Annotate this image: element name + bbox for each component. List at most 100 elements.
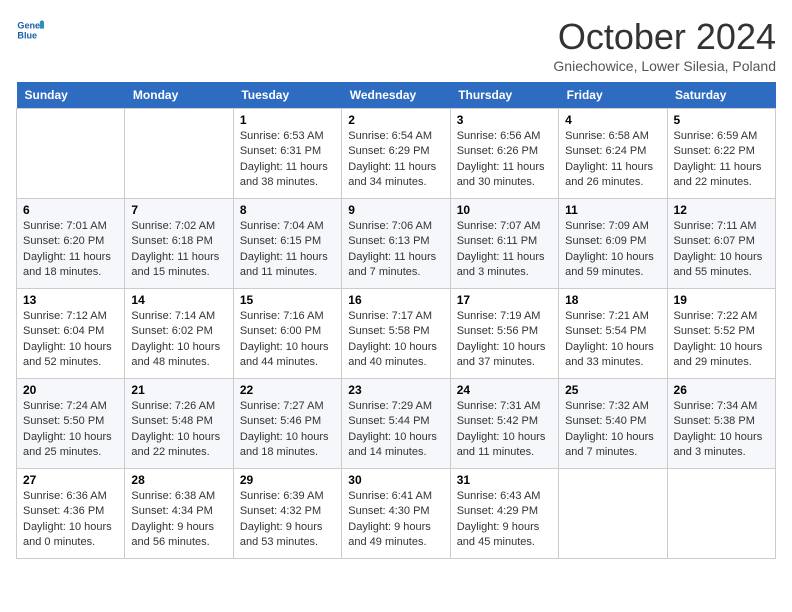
week-row-4: 20 Sunrise: 7:24 AMSunset: 5:50 PMDayligh… xyxy=(17,379,776,469)
day-number: 29 xyxy=(240,473,335,487)
day-info: Sunrise: 7:19 AMSunset: 5:56 PMDaylight:… xyxy=(457,309,552,371)
calendar-cell: 7Sunrise: 7:02 AMSunset: 6:18 PMDaylight… xyxy=(125,199,233,289)
day-info: Sunrise: 7:12 AMSunset: 6:04 PMDaylight:… xyxy=(23,309,118,371)
day-number: 31 xyxy=(457,473,552,487)
day-number: 10 xyxy=(457,203,552,217)
day-number: 25 xyxy=(565,383,660,397)
svg-text:Blue: Blue xyxy=(17,30,37,40)
day-header-sunday: Sunday xyxy=(17,82,125,109)
calendar-cell: 24 Sunrise: 7:31 AMSunset: 5:42 PMDayligh… xyxy=(450,379,558,469)
day-number: 30 xyxy=(348,473,443,487)
calendar-cell: 15 Sunrise: 7:16 AMSunset: 6:00 PMDayligh… xyxy=(233,289,341,379)
calendar-cell: 21Sunrise: 7:26 AMSunset: 5:48 PMDayligh… xyxy=(125,379,233,469)
calendar-cell: 31 Sunrise: 6:43 AMSunset: 4:29 PMDayligh… xyxy=(450,469,558,559)
calendar-cell: 28 Sunrise: 6:38 AMSunset: 4:34 PMDayligh… xyxy=(125,469,233,559)
day-info: Sunrise: 7:21 AMSunset: 5:54 PMDaylight:… xyxy=(565,309,660,371)
day-info: Sunrise: 6:41 AMSunset: 4:30 PMDaylight:… xyxy=(348,489,443,551)
calendar-cell xyxy=(667,469,775,559)
calendar-cell: 13 Sunrise: 7:12 AMSunset: 6:04 PMDayligh… xyxy=(17,289,125,379)
calendar-cell: 8 Sunrise: 7:04 AMSunset: 6:15 PMDaylight… xyxy=(233,199,341,289)
calendar-cell: 16 Sunrise: 7:17 AMSunset: 5:58 PMDayligh… xyxy=(342,289,450,379)
day-info: Sunrise: 7:29 AMSunset: 5:44 PMDaylight:… xyxy=(348,399,443,461)
day-info: Sunrise: 7:31 AMSunset: 5:42 PMDaylight:… xyxy=(457,399,552,461)
day-info: Sunrise: 6:54 AMSunset: 6:29 PMDaylight:… xyxy=(348,129,443,191)
day-number: 6 xyxy=(23,203,118,217)
calendar-table: SundayMondayTuesdayWednesdayThursdayFrid… xyxy=(16,82,776,559)
day-number: 22 xyxy=(240,383,335,397)
day-number: 27 xyxy=(23,473,118,487)
calendar-cell: 11 Sunrise: 7:09 AMSunset: 6:09 PMDayligh… xyxy=(559,199,667,289)
day-info: Sunrise: 7:01 AMSunset: 6:20 PMDaylight:… xyxy=(23,219,118,281)
day-header-tuesday: Tuesday xyxy=(233,82,341,109)
day-header-thursday: Thursday xyxy=(450,82,558,109)
day-info: Sunrise: 7:16 AMSunset: 6:00 PMDaylight:… xyxy=(240,309,335,371)
day-info: Sunrise: 7:04 AMSunset: 6:15 PMDaylight:… xyxy=(240,219,335,281)
day-header-wednesday: Wednesday xyxy=(342,82,450,109)
calendar-cell: 3 Sunrise: 6:56 AMSunset: 6:26 PMDaylight… xyxy=(450,109,558,199)
day-number: 8 xyxy=(240,203,335,217)
calendar-cell xyxy=(125,109,233,199)
day-number: 14 xyxy=(131,293,226,307)
calendar-cell: 9Sunrise: 7:06 AMSunset: 6:13 PMDaylight… xyxy=(342,199,450,289)
day-header-friday: Friday xyxy=(559,82,667,109)
day-info: Sunrise: 7:32 AMSunset: 5:40 PMDaylight:… xyxy=(565,399,660,461)
day-info: Sunrise: 6:56 AMSunset: 6:26 PMDaylight:… xyxy=(457,129,552,191)
week-row-3: 13 Sunrise: 7:12 AMSunset: 6:04 PMDayligh… xyxy=(17,289,776,379)
day-info: Sunrise: 7:22 AMSunset: 5:52 PMDaylight:… xyxy=(674,309,769,371)
day-number: 4 xyxy=(565,113,660,127)
calendar-cell: 27 Sunrise: 6:36 AMSunset: 4:36 PMDayligh… xyxy=(17,469,125,559)
day-number: 15 xyxy=(240,293,335,307)
day-number: 16 xyxy=(348,293,443,307)
header-row: SundayMondayTuesdayWednesdayThursdayFrid… xyxy=(17,82,776,109)
day-info: Sunrise: 6:36 AMSunset: 4:36 PMDaylight:… xyxy=(23,489,118,551)
day-info: Sunrise: 6:53 AMSunset: 6:31 PMDaylight:… xyxy=(240,129,335,191)
day-number: 2 xyxy=(348,113,443,127)
calendar-cell: 6 Sunrise: 7:01 AMSunset: 6:20 PMDaylight… xyxy=(17,199,125,289)
day-info: Sunrise: 7:17 AMSunset: 5:58 PMDaylight:… xyxy=(348,309,443,371)
day-number: 12 xyxy=(674,203,769,217)
day-number: 13 xyxy=(23,293,118,307)
calendar-cell: 22 Sunrise: 7:27 AMSunset: 5:46 PMDayligh… xyxy=(233,379,341,469)
day-number: 26 xyxy=(674,383,769,397)
logo-icon: General Blue xyxy=(16,16,44,44)
calendar-cell: 23Sunrise: 7:29 AMSunset: 5:44 PMDayligh… xyxy=(342,379,450,469)
day-info: Sunrise: 7:26 AMSunset: 5:48 PMDaylight:… xyxy=(131,399,226,461)
calendar-cell: 5 Sunrise: 6:59 AMSunset: 6:22 PMDaylight… xyxy=(667,109,775,199)
calendar-cell xyxy=(559,469,667,559)
calendar-cell: 4Sunrise: 6:58 AMSunset: 6:24 PMDaylight… xyxy=(559,109,667,199)
day-header-monday: Monday xyxy=(125,82,233,109)
page-header: General Blue October 2024 Gniechowice, L… xyxy=(16,16,776,74)
day-info: Sunrise: 6:59 AMSunset: 6:22 PMDaylight:… xyxy=(674,129,769,191)
week-row-1: 1 Sunrise: 6:53 AMSunset: 6:31 PMDaylight… xyxy=(17,109,776,199)
calendar-cell: 20 Sunrise: 7:24 AMSunset: 5:50 PMDayligh… xyxy=(17,379,125,469)
calendar-cell: 1 Sunrise: 6:53 AMSunset: 6:31 PMDaylight… xyxy=(233,109,341,199)
day-info: Sunrise: 7:11 AMSunset: 6:07 PMDaylight:… xyxy=(674,219,769,281)
day-number: 20 xyxy=(23,383,118,397)
day-number: 17 xyxy=(457,293,552,307)
day-info: Sunrise: 7:24 AMSunset: 5:50 PMDaylight:… xyxy=(23,399,118,461)
calendar-cell xyxy=(17,109,125,199)
day-number: 5 xyxy=(674,113,769,127)
calendar-cell: 18 Sunrise: 7:21 AMSunset: 5:54 PMDayligh… xyxy=(559,289,667,379)
day-info: Sunrise: 7:34 AMSunset: 5:38 PMDaylight:… xyxy=(674,399,769,461)
day-info: Sunrise: 7:14 AMSunset: 6:02 PMDaylight:… xyxy=(131,309,226,371)
day-info: Sunrise: 6:38 AMSunset: 4:34 PMDaylight:… xyxy=(131,489,226,551)
calendar-cell: 10Sunrise: 7:07 AMSunset: 6:11 PMDayligh… xyxy=(450,199,558,289)
day-number: 3 xyxy=(457,113,552,127)
day-info: Sunrise: 7:06 AMSunset: 6:13 PMDaylight:… xyxy=(348,219,443,281)
calendar-cell: 14 Sunrise: 7:14 AMSunset: 6:02 PMDayligh… xyxy=(125,289,233,379)
calendar-cell: 12 Sunrise: 7:11 AMSunset: 6:07 PMDayligh… xyxy=(667,199,775,289)
calendar-cell: 19Sunrise: 7:22 AMSunset: 5:52 PMDayligh… xyxy=(667,289,775,379)
calendar-cell: 26 Sunrise: 7:34 AMSunset: 5:38 PMDayligh… xyxy=(667,379,775,469)
day-number: 11 xyxy=(565,203,660,217)
day-info: Sunrise: 7:09 AMSunset: 6:09 PMDaylight:… xyxy=(565,219,660,281)
day-info: Sunrise: 7:27 AMSunset: 5:46 PMDaylight:… xyxy=(240,399,335,461)
logo: General Blue xyxy=(16,16,44,44)
month-title: October 2024 xyxy=(553,16,776,58)
calendar-cell: 17 Sunrise: 7:19 AMSunset: 5:56 PMDayligh… xyxy=(450,289,558,379)
day-number: 24 xyxy=(457,383,552,397)
day-number: 28 xyxy=(131,473,226,487)
day-number: 1 xyxy=(240,113,335,127)
day-info: Sunrise: 6:43 AMSunset: 4:29 PMDaylight:… xyxy=(457,489,552,551)
day-number: 18 xyxy=(565,293,660,307)
